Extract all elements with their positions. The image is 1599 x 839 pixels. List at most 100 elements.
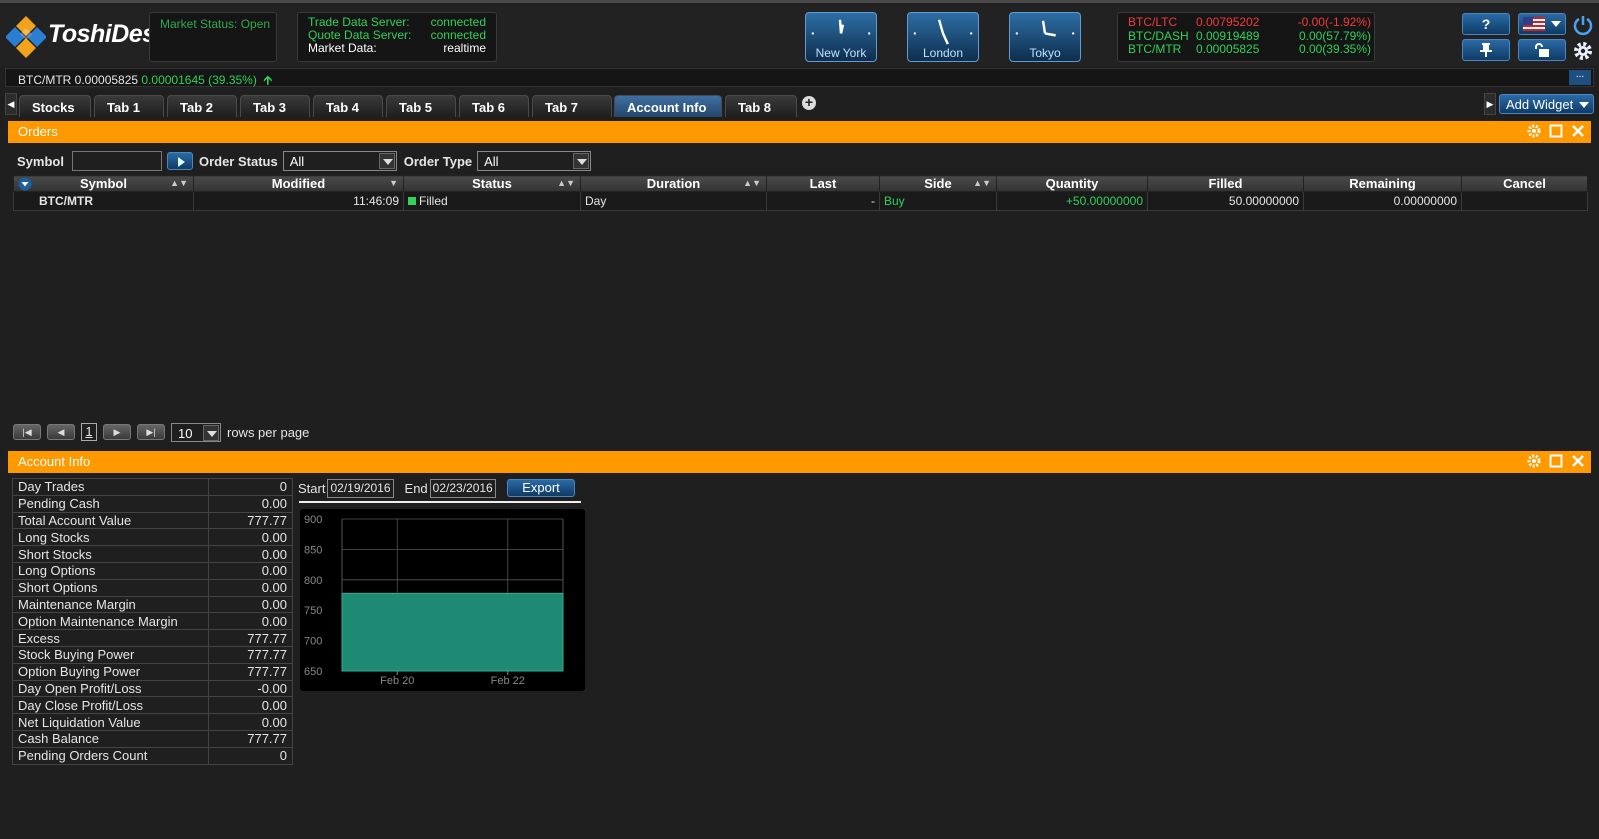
col-duration[interactable]: Duration ▲▼ [580, 175, 767, 192]
settings-gear-icon[interactable] [1572, 40, 1594, 62]
unlock-button[interactable] [1518, 39, 1566, 61]
chevron-down-icon [1579, 102, 1589, 108]
account-row-value: 0.00 [208, 713, 293, 731]
account-row-value: 0.00 [208, 561, 293, 580]
account-row: Day Trades 0 [12, 478, 293, 496]
order-status-label: Order Status [198, 153, 278, 169]
tab-1[interactable]: Tab 1 [94, 95, 164, 117]
end-label: End [404, 480, 428, 496]
logo: ToshiDesk [5, 14, 170, 60]
export-button[interactable]: Export [507, 479, 575, 497]
maximize-icon[interactable] [1549, 124, 1563, 138]
account-row-value: 777.77 [208, 629, 293, 647]
close-icon[interactable] [1571, 454, 1585, 468]
account-row-value: -0.00 [208, 679, 293, 698]
power-icon[interactable] [1572, 14, 1594, 36]
clock-new-york[interactable]: New York [805, 12, 877, 62]
tab-scroll-right-icon[interactable]: ▶ [1484, 93, 1496, 115]
col-filled[interactable]: Filled [1147, 175, 1304, 192]
account-row-label: Option Maintenance Margin [12, 612, 209, 631]
add-tab-icon[interactable]: + [802, 95, 816, 110]
cell-cancel[interactable] [1461, 191, 1588, 211]
chevron-down-icon [1551, 21, 1561, 27]
ticker-strip: BTC/MTR 0.00005825 0.00001645 (39.35%) 🡩… [5, 68, 1594, 87]
gear-icon[interactable] [1527, 454, 1541, 468]
prev-page-icon[interactable]: ◀ [47, 424, 75, 440]
ticker-panel: BTC/LTC 0.00795202 -0.00(-1.92%) BTC/DAS… [1117, 12, 1375, 62]
col-side[interactable]: Side ▲▼ [879, 175, 997, 192]
maximize-icon[interactable] [1549, 454, 1563, 468]
tab-3[interactable]: Tab 3 [240, 95, 310, 117]
col-cancel[interactable]: Cancel [1461, 175, 1588, 192]
tab-4[interactable]: Tab 4 [313, 95, 383, 117]
rows-per-page-select[interactable]: 10 [171, 422, 221, 442]
col-status[interactable]: Status ▲▼ [403, 175, 581, 192]
strip-more-button[interactable]: ... [1569, 70, 1591, 85]
us-flag-icon [1523, 17, 1545, 31]
ticker-price: 0.00005825 [1196, 42, 1260, 56]
order-type-select[interactable]: All [477, 151, 592, 171]
account-row-value: 777.77 [208, 729, 293, 748]
first-page-icon[interactable]: |◀ [13, 424, 41, 440]
unlock-icon [1535, 43, 1549, 57]
col-label: Cancel [1503, 176, 1546, 191]
col-quantity[interactable]: Quantity [996, 175, 1148, 192]
ticker-price: 0.00795202 [1196, 15, 1260, 29]
sort-icon[interactable]: ▲▼ [743, 178, 761, 188]
order-type-label: Order Type [403, 153, 473, 169]
col-symbol[interactable]: Symbol ▲▼ [13, 175, 194, 192]
account-row: Total Account Value 777.77 [12, 511, 293, 530]
sort-icon[interactable]: ▲▼ [170, 178, 188, 188]
account-row-label: Maintenance Margin [12, 595, 209, 614]
account-row: Short Options 0.00 [12, 578, 293, 597]
play-icon [177, 157, 185, 167]
tab-8[interactable]: Tab 8 [725, 95, 797, 117]
col-modified[interactable]: Modified ▼ [193, 175, 404, 192]
start-date-input[interactable]: 02/19/2016 [327, 478, 394, 498]
next-page-icon[interactable]: ▶ [103, 424, 131, 440]
col-remaining[interactable]: Remaining [1303, 175, 1462, 192]
account-row-label: Pending Orders Count [12, 746, 209, 765]
add-widget-button[interactable]: Add Widget [1499, 94, 1594, 114]
table-row[interactable]: BTC/MTR 11:46:09 Filled Day - Buy +50.00… [13, 191, 1588, 211]
tab-6[interactable]: Tab 6 [459, 95, 529, 117]
clock-tokyo[interactable]: Tokyo [1009, 12, 1081, 62]
close-icon[interactable] [1571, 124, 1585, 138]
tab-2[interactable]: Tab 2 [167, 95, 237, 117]
market-data-label: Market Data: [308, 41, 377, 55]
tab-7[interactable]: Tab 7 [532, 95, 612, 117]
order-status-select[interactable]: All [282, 151, 397, 171]
symbol-go-button[interactable] [166, 152, 193, 170]
col-label: Duration [646, 176, 701, 191]
language-dropdown[interactable] [1518, 13, 1566, 35]
col-last[interactable]: Last [766, 175, 880, 192]
account-row-label: Total Account Value [12, 511, 209, 530]
orders-pager: |◀ ◀ 1 ▶ ▶| 10 rows per page [13, 422, 309, 442]
account-row-value: 0 [208, 478, 293, 496]
account-row: Option Maintenance Margin 0.00 [12, 612, 293, 631]
page-number[interactable]: 1 [81, 423, 97, 441]
symbol-filter-input[interactable] [71, 151, 162, 171]
end-date-input[interactable]: 02/23/2016 [429, 478, 496, 498]
tab-stocks[interactable]: Stocks [19, 95, 91, 117]
account-row-value: 0.00 [208, 528, 293, 547]
tab-scroll-left-icon[interactable]: ◀ [5, 93, 17, 115]
help-icon: ? [1481, 16, 1491, 32]
sort-icon[interactable]: ▲▼ [973, 178, 991, 188]
sort-desc-icon[interactable]: ▼ [389, 178, 398, 188]
sort-icon[interactable]: ▲▼ [557, 178, 575, 188]
tab-bar: ◀ Stocks Tab 1 Tab 2 Tab 3 Tab 4 Tab 5 T… [0, 93, 1599, 117]
tab-5[interactable]: Tab 5 [386, 95, 456, 117]
order-type-value: All [484, 154, 499, 169]
chevron-down-icon [378, 153, 395, 169]
clock-london[interactable]: London [907, 12, 979, 62]
gear-icon[interactable] [1527, 124, 1541, 138]
add-widget-label: Add Widget [1506, 97, 1574, 112]
tab-account-info[interactable]: Account Info [614, 95, 722, 117]
account-row-label: Pending Cash [12, 494, 209, 513]
pin-button[interactable] [1462, 39, 1510, 61]
account-row-label: Option Buying Power [12, 662, 209, 681]
column-menu-icon[interactable] [18, 177, 32, 191]
help-button[interactable]: ? [1462, 13, 1510, 35]
last-page-icon[interactable]: ▶| [137, 424, 165, 440]
